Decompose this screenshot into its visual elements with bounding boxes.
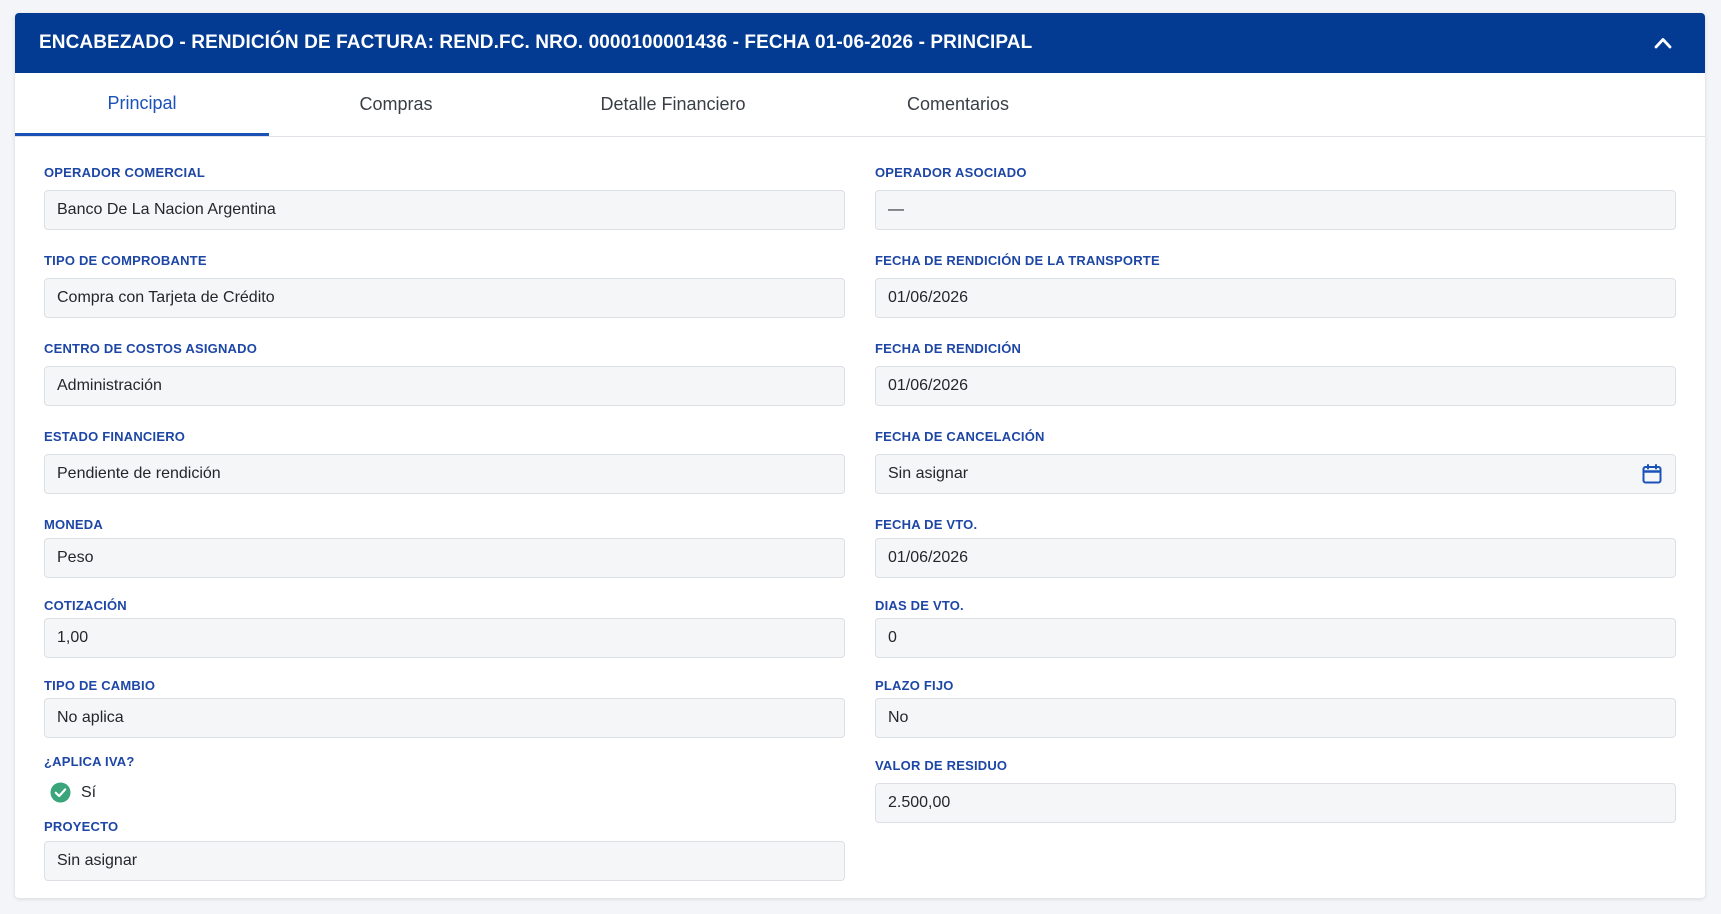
cotizacion-field[interactable]: 1,00: [44, 618, 845, 658]
collapse-button[interactable]: [1646, 26, 1680, 60]
operador-comercial-label: OPERADOR COMERCIAL: [44, 165, 206, 180]
plazo-fijo-field[interactable]: No: [875, 698, 1676, 738]
calendar-icon[interactable]: [1641, 463, 1663, 485]
estado-financiero-label: ESTADO FINANCIERO: [44, 429, 186, 444]
fecha-rendicion-field[interactable]: 01/06/2026: [875, 366, 1676, 406]
aplica-iva-value: Sí: [81, 783, 97, 801]
fecha-rendicion-transporte-value: 01/06/2026: [888, 289, 969, 306]
tipo-cambio-value: No aplica: [57, 709, 124, 726]
operador-asociado-label: OPERADOR ASOCIADO: [875, 165, 1027, 180]
moneda-field[interactable]: Peso: [44, 538, 845, 578]
cotizacion-label: COTIZACIÓN: [44, 598, 127, 613]
estado-financiero-value: Pendiente de rendición: [57, 465, 221, 482]
proyecto-field[interactable]: Sin asignar: [44, 841, 845, 881]
tipo-cambio-label: TIPO DE CAMBIO: [44, 678, 156, 693]
panel-title: ENCABEZADO - RENDICIÓN DE FACTURA: REND.…: [39, 32, 1033, 53]
moneda-value: Peso: [57, 549, 94, 566]
dias-vto-field[interactable]: 0: [875, 618, 1676, 658]
tab-compras[interactable]: Compras: [269, 73, 523, 136]
aplica-iva-indicator: Sí: [50, 782, 96, 803]
operador-asociado-value: —: [888, 201, 904, 218]
tab-comentarios[interactable]: Comentarios: [823, 73, 1093, 136]
fecha-cancelacion-label: FECHA DE CANCELACIÓN: [875, 429, 1045, 444]
centro-costos-label: CENTRO DE COSTOS ASIGNADO: [44, 341, 258, 356]
fecha-vto-value: 01/06/2026: [888, 549, 969, 566]
plazo-fijo-label: PLAZO FIJO: [875, 678, 954, 693]
fecha-rendicion-transporte-field[interactable]: 01/06/2026: [875, 278, 1676, 318]
operador-comercial-field[interactable]: Banco De La Nacion Argentina: [44, 190, 845, 230]
fecha-vto-field[interactable]: 01/06/2026: [875, 538, 1676, 578]
panel-header[interactable]: ENCABEZADO - RENDICIÓN DE FACTURA: REND.…: [15, 13, 1705, 73]
cotizacion-value: 1,00: [57, 629, 89, 646]
tipo-cambio-field[interactable]: No aplica: [44, 698, 845, 738]
fecha-vto-label: FECHA DE VTO.: [875, 517, 978, 532]
valor-residuo-field[interactable]: 2.500,00: [875, 783, 1676, 823]
moneda-label: MONEDA: [44, 517, 103, 532]
centro-costos-value: Administración: [57, 377, 162, 394]
fecha-cancelacion-field[interactable]: Sin asignar: [875, 454, 1676, 494]
invoice-header-panel: ENCABEZADO - RENDICIÓN DE FACTURA: REND.…: [15, 13, 1705, 898]
chevron-up-icon: [1653, 33, 1673, 53]
estado-financiero-field[interactable]: Pendiente de rendición: [44, 454, 845, 494]
operador-comercial-value: Banco De La Nacion Argentina: [57, 201, 276, 218]
tipo-comprobante-value: Compra con Tarjeta de Crédito: [57, 289, 275, 306]
valor-residuo-label: VALOR DE RESIDUO: [875, 758, 1008, 773]
valor-residuo-value: 2.500,00: [888, 794, 951, 811]
fecha-rendicion-transporte-label: FECHA DE RENDICIÓN DE LA TRANSPORTE: [875, 253, 1160, 268]
dias-vto-label: DIAS DE VTO.: [875, 598, 964, 613]
fecha-rendicion-value: 01/06/2026: [888, 377, 969, 394]
fecha-cancelacion-value: Sin asignar: [888, 465, 969, 482]
proyecto-value: Sin asignar: [57, 852, 138, 869]
tab-bar: Principal Compras Detalle Financiero Com…: [15, 73, 1705, 137]
check-circle-icon: [50, 782, 71, 803]
centro-costos-field[interactable]: Administración: [44, 366, 845, 406]
aplica-iva-label: ¿APLICA IVA?: [44, 754, 135, 769]
tipo-comprobante-label: TIPO DE COMPROBANTE: [44, 253, 207, 268]
tab-detalle-financiero[interactable]: Detalle Financiero: [523, 73, 823, 136]
fecha-rendicion-label: FECHA DE RENDICIÓN: [875, 341, 1022, 356]
dias-vto-value: 0: [888, 629, 897, 646]
proyecto-label: PROYECTO: [44, 819, 119, 834]
plazo-fijo-value: No: [888, 709, 909, 726]
tipo-comprobante-field[interactable]: Compra con Tarjeta de Crédito: [44, 278, 845, 318]
operador-asociado-field[interactable]: —: [875, 190, 1676, 230]
tab-principal[interactable]: Principal: [15, 73, 269, 136]
